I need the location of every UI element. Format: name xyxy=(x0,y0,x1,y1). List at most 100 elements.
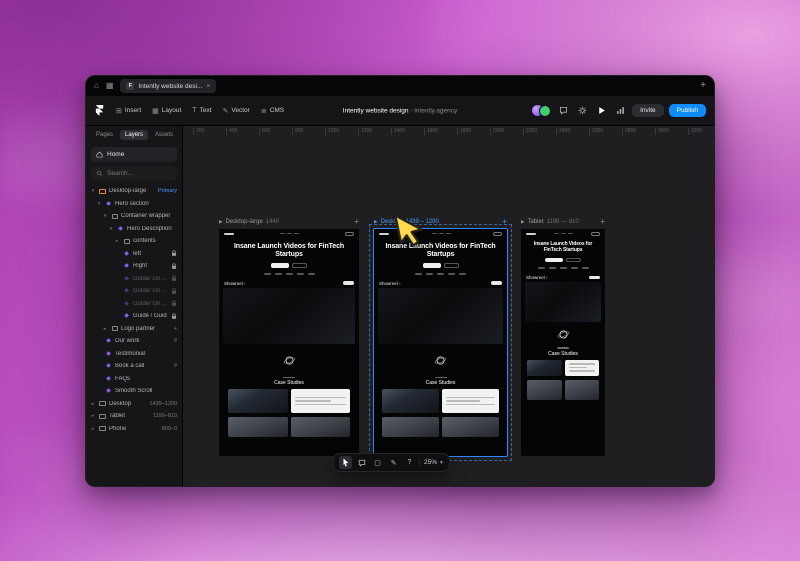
layer-row[interactable]: ▾ ◆ Hero Description xyxy=(86,223,182,236)
home-icon[interactable]: ⌂ xyxy=(94,82,99,90)
case-studies-title: Case Studies xyxy=(425,380,456,387)
layer-row[interactable]: ▸ Phone 809–0 xyxy=(86,423,182,436)
toolbar-menu-text[interactable]: T Text xyxy=(187,104,216,117)
chevron-icon[interactable]: ▾ xyxy=(108,226,114,232)
layer-row[interactable]: ◆ Guide / Guid xyxy=(86,310,182,323)
analytics-chart-icon[interactable] xyxy=(613,104,627,118)
showreel-pill xyxy=(343,281,354,285)
layer-row[interactable]: ▸ Tablet 1199–810 xyxy=(86,410,182,423)
chevron-icon[interactable]: ▸ xyxy=(90,426,96,432)
add-section-icon[interactable]: + xyxy=(502,218,507,226)
lock-icon xyxy=(171,313,177,319)
frame-preview-icon[interactable]: ▶ xyxy=(521,219,524,225)
frame-tablet[interactable]: ▶ Tablet 1199 — 810 + Insane Launch Vide… xyxy=(521,218,605,456)
frame-body[interactable]: Insane Launch Videos for FinTech Startup… xyxy=(374,229,507,456)
add-section-icon[interactable]: + xyxy=(354,218,359,226)
comment-tool-icon[interactable] xyxy=(355,456,368,469)
chevron-icon[interactable]: ▾ xyxy=(90,188,96,194)
chevron-icon[interactable]: ▸ xyxy=(90,401,96,407)
ruler-label: 2600 xyxy=(589,128,603,135)
avatar[interactable] xyxy=(539,104,552,117)
chevron-icon[interactable]: ▸ xyxy=(90,413,96,419)
ruler-label: 1400 xyxy=(391,128,405,135)
invite-button[interactable]: Invite xyxy=(632,104,664,117)
showreel-pill xyxy=(491,281,502,285)
layer-icon xyxy=(99,413,106,419)
layer-row[interactable]: ▸ Desktop 1439–1200 xyxy=(86,398,182,411)
frame-body[interactable]: Insane Launch Videos for FinTech Startup… xyxy=(521,229,605,456)
layer-row[interactable]: ▸ Logo partner + xyxy=(86,323,182,336)
frame-label[interactable]: ▶ Tablet 1199 — 810 + xyxy=(521,218,605,226)
layer-row[interactable]: ◆ left xyxy=(86,248,182,261)
chevron-icon[interactable]: ▾ xyxy=(102,213,108,219)
tab-close-icon[interactable]: × xyxy=(206,83,210,90)
layer-label: Guide / Guid xyxy=(133,313,167,320)
layer-icon: ◆ xyxy=(118,225,123,232)
website-mockup: Insane Launch Videos for FinTech Startup… xyxy=(521,229,605,400)
add-section-icon[interactable]: + xyxy=(600,218,605,226)
layer-badge[interactable] xyxy=(171,263,177,270)
layer-badge: 809–0 xyxy=(161,425,177,432)
chevron-icon[interactable]: ▸ xyxy=(102,326,108,332)
sidebar-tab-assets[interactable]: Assets xyxy=(150,130,178,140)
project-title[interactable]: Intently website design - intently.agenc… xyxy=(343,107,457,114)
frame-preview-icon[interactable]: ▶ xyxy=(219,219,222,225)
chevron-icon[interactable]: ▾ xyxy=(96,201,102,207)
case-card-sketch xyxy=(564,359,599,376)
layer-badge[interactable] xyxy=(171,275,177,282)
layer-row[interactable]: ◆ Smooth Scroll xyxy=(86,385,182,398)
team-photo xyxy=(442,417,499,438)
layer-row[interactable]: ◆ Guide/ Grid Dot 1 xyxy=(86,285,182,298)
preview-play-icon[interactable] xyxy=(594,104,608,118)
layer-badge[interactable] xyxy=(171,300,177,307)
layer-label: Smooth Scroll xyxy=(115,388,153,395)
layer-row[interactable]: ◆ FAQs xyxy=(86,373,182,386)
publish-button[interactable]: Publish xyxy=(668,104,706,117)
frame-desktop[interactable]: ▶ Desktop 1439 – 1200 + Insane Launch Vi… xyxy=(369,218,512,461)
layer-badge[interactable] xyxy=(171,288,177,295)
layer-label: Logo partner xyxy=(121,325,156,332)
toolbar-menu-vector[interactable]: ✎ Vector xyxy=(218,104,255,118)
layer-row[interactable]: ◆ Book a call # xyxy=(86,360,182,373)
frame-desktop-large[interactable]: ▶ Desktop-large 1440 + Insane Launch Vid… xyxy=(219,218,359,456)
layer-row[interactable]: ▸ contents xyxy=(86,235,182,248)
layer-row[interactable]: ▾ Container wrapper xyxy=(86,210,182,223)
search-input[interactable]: Search... xyxy=(91,166,177,180)
layer-row[interactable]: ◆ Guide/ Grid Dot 1 xyxy=(86,298,182,311)
zoom-control[interactable]: 25% ▼ xyxy=(419,459,444,466)
settings-gear-icon[interactable] xyxy=(575,104,589,118)
comment-icon[interactable] xyxy=(556,104,570,118)
sidebar-tab-pages[interactable]: Pages xyxy=(91,130,118,140)
ruler-label: 1000 xyxy=(325,128,339,135)
layer-badge[interactable] xyxy=(171,313,177,320)
layer-badge[interactable] xyxy=(171,250,177,257)
help-icon[interactable]: ? xyxy=(403,456,416,469)
new-tab-icon[interactable]: + xyxy=(700,81,706,91)
layer-row[interactable]: ◆ Right xyxy=(86,260,182,273)
project-domain: intently.agency xyxy=(414,107,458,114)
sidebar-tab-layers[interactable]: Layers xyxy=(120,130,149,140)
toolbar-menu-cms[interactable]: ≣ CMS xyxy=(256,104,289,118)
cursor-tool-icon[interactable] xyxy=(339,456,352,469)
layer-row[interactable]: ◆ Testimonial xyxy=(86,348,182,361)
layer-row[interactable]: ▾ ◆ Hero section xyxy=(86,198,182,211)
layer-row[interactable]: ◆ Our work # xyxy=(86,335,182,348)
browser-tab[interactable]: F Intently website desi... × xyxy=(120,79,217,93)
frame-preview-icon[interactable]: ▶ xyxy=(374,219,377,225)
chevron-icon[interactable]: ▸ xyxy=(114,238,120,244)
home-page-icon xyxy=(96,151,103,158)
layer-row[interactable]: ▾ Desktop-large Primary xyxy=(86,185,182,198)
framer-logo-icon[interactable] xyxy=(94,105,105,116)
toolbar-menu-insert[interactable]: ⊞ Insert xyxy=(111,104,146,118)
page-selector-home[interactable]: Home xyxy=(91,147,177,162)
tab-overview-icon[interactable]: ▦ xyxy=(106,82,114,90)
ruler-label: 3200 xyxy=(688,128,702,135)
toolbar-menu-layout[interactable]: ▦ Layout xyxy=(147,104,186,118)
site-buttons xyxy=(521,257,605,262)
pen-tool-icon[interactable]: ✎ xyxy=(387,456,400,469)
frame-label[interactable]: ▶ Desktop-large 1440 + xyxy=(219,218,359,226)
frame-body[interactable]: Insane Launch Videos for FinTech Startup… xyxy=(219,229,359,456)
design-canvas[interactable]: 200 400 600 800 1000 1200 1400 1600 1800 2000 2200… xyxy=(183,126,714,486)
shape-tool-icon[interactable]: ▢ xyxy=(371,456,384,469)
layer-row[interactable]: ◆ Guide/ Grid Dot 1 xyxy=(86,273,182,286)
